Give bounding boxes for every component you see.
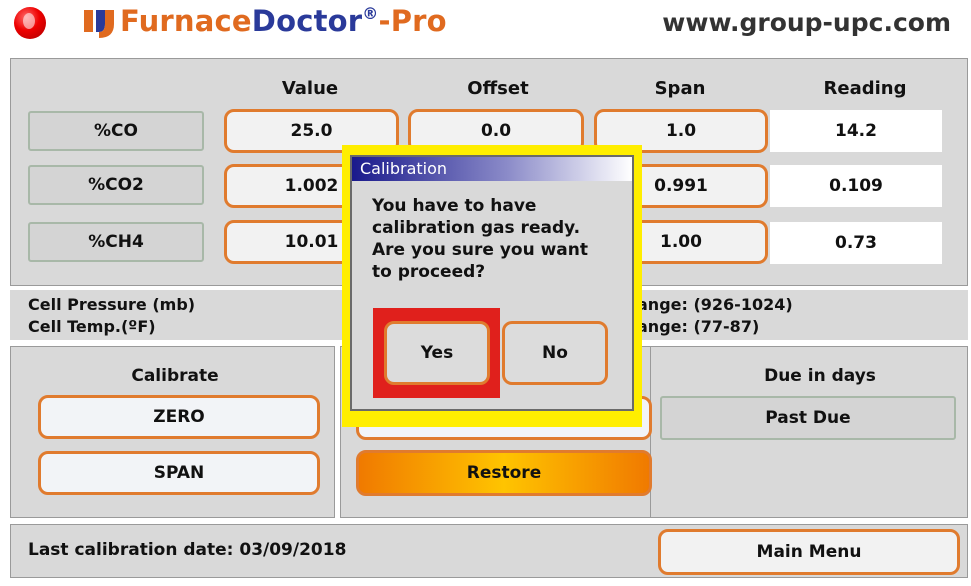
gas-label-co: %CO [28,111,204,151]
reading-ch4: 0.73 [770,222,942,264]
header-bar: FurnaceDoctor®-Pro www.group-upc.com [0,0,971,48]
main-menu-button[interactable]: Main Menu [658,529,960,575]
column-header-offset: Offset [467,78,529,99]
reading-co2: 0.109 [770,165,942,207]
yes-button[interactable]: Yes [384,321,490,385]
dialog-message: You have to have calibration gas ready. … [372,195,630,283]
brand-title: FurnaceDoctor®-Pro [120,4,447,38]
dialog-title: Calibration [352,157,632,181]
dialog-message-line: to proceed? [372,262,486,282]
column-header-span: Span [654,78,706,99]
temp-range: ange: (77-87) [637,317,760,336]
last-calibration-date: Last calibration date: 03/09/2018 [28,540,347,560]
no-button[interactable]: No [502,321,608,385]
reading-co: 14.2 [770,110,942,152]
gas-label-ch4: %CH4 [28,222,204,262]
column-header-value: Value [281,78,339,99]
calibrate-heading: Calibrate [131,366,219,386]
cell-pressure-label: Cell Pressure (mb) [28,295,196,314]
column-header-reading: Reading [823,78,907,99]
dialog-message-line: You have to have [372,196,537,216]
dialog-message-line: calibration gas ready. [372,218,581,238]
gas-label-co2: %CO2 [28,165,204,205]
cell-temp-label: Cell Temp.(ºF) [28,317,156,336]
power-icon[interactable] [14,7,46,39]
restore-button[interactable]: Restore [356,450,652,496]
due-in-days-heading: Due in days [764,366,876,386]
pressure-range: ange: (926-1024) [637,295,793,314]
dialog-message-line: Are you sure you want [372,240,589,260]
website-url: www.group-upc.com [662,8,951,37]
zero-button[interactable]: ZERO [38,395,320,439]
span-button[interactable]: SPAN [38,451,320,495]
logo-icon [84,10,114,38]
due-status-badge: Past Due [660,396,956,440]
